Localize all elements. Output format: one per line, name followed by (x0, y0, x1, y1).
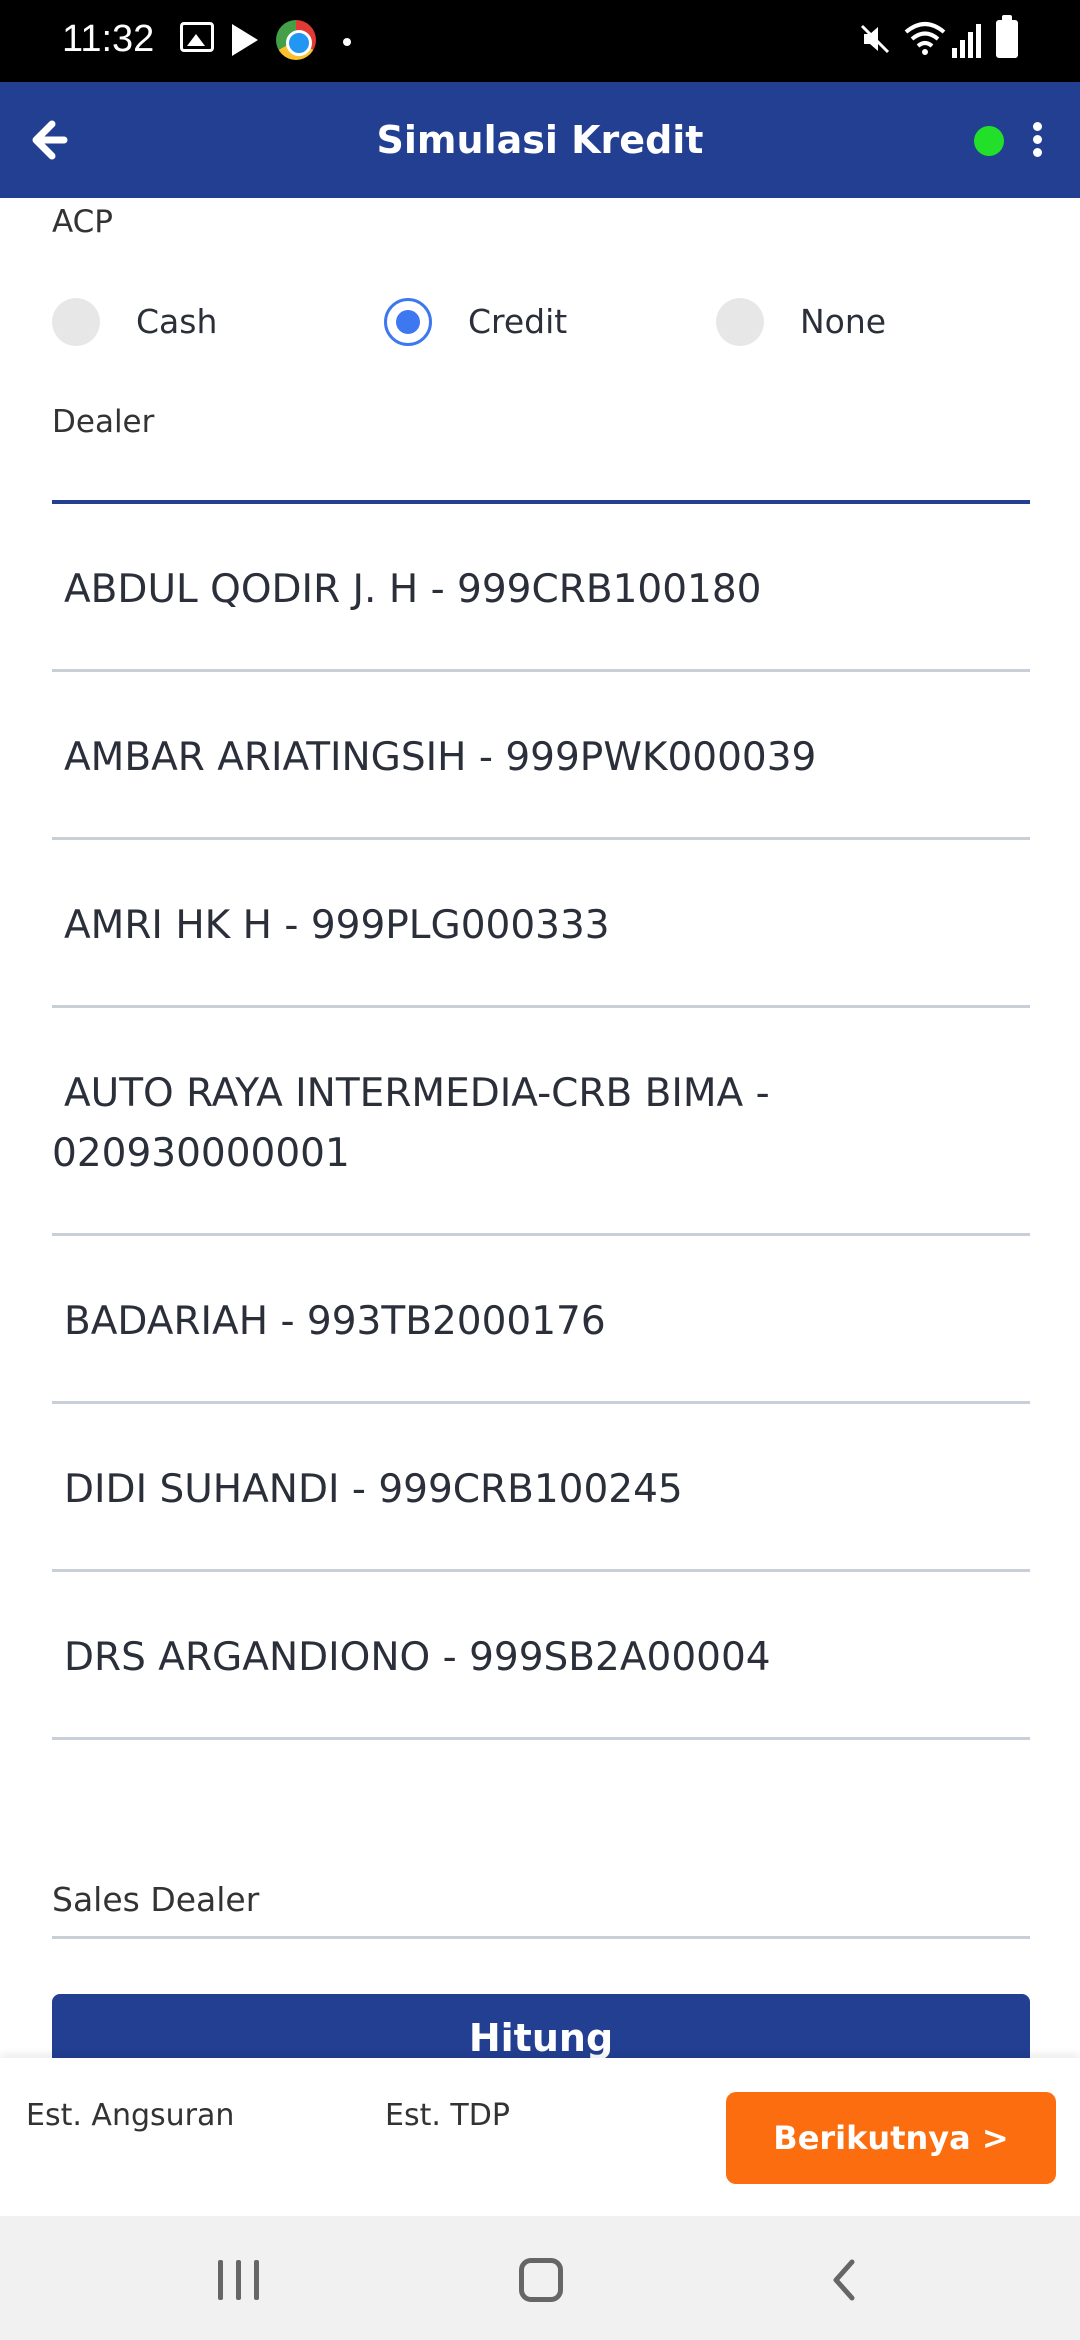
signal-icon (952, 24, 981, 58)
back-icon[interactable] (826, 2258, 862, 2302)
summary-bar: Est. Angsuran Est. TDP Berikutnya > (0, 2058, 1080, 2216)
radio-circle[interactable] (716, 298, 764, 346)
sales-dealer-input[interactable] (52, 1936, 1030, 1939)
est-tdp-label: Est. TDP (385, 2098, 510, 2133)
dealer-option-label: AMRI HK H - 999PLG000333 (64, 903, 610, 948)
dealer-option-label: DIDI SUHANDI - 999CRB100245 (64, 1467, 683, 1512)
dealer-option-label: AUTO RAYA INTERMEDIA-CRB BIMA - 02093000… (52, 1071, 770, 1176)
dealer-option[interactable]: AMBAR ARIATINGSIH - 999PWK000039 (52, 672, 1030, 840)
online-status-indicator (974, 126, 1004, 156)
status-bar: 11:32 (0, 0, 1080, 82)
dealer-option-label: AMBAR ARIATINGSIH - 999PWK000039 (64, 735, 817, 780)
dealer-option-label: BADARIAH - 993TB2000176 (64, 1299, 606, 1344)
next-button[interactable]: Berikutnya > (726, 2092, 1056, 2184)
sales-dealer-label: Sales Dealer (52, 1880, 260, 1919)
dealer-option[interactable]: DRS ARGANDIONO - 999SB2A00004 (52, 1572, 1030, 1740)
dealer-label: Dealer (52, 404, 155, 440)
radio-label: Cash (136, 302, 218, 341)
dealer-option[interactable]: AUTO RAYA INTERMEDIA-CRB BIMA - 02093000… (52, 1008, 1030, 1236)
radio-circle[interactable] (384, 298, 432, 346)
radio-circle[interactable] (52, 298, 100, 346)
radio-label: None (800, 302, 887, 341)
radio-label: Credit (468, 302, 568, 341)
dealer-dropdown-list: ABDUL QODIR J. H - 999CRB100180 AMBAR AR… (52, 504, 1030, 1740)
image-icon (180, 22, 214, 52)
est-installment-label: Est. Angsuran (26, 2098, 235, 2133)
system-nav-bar (0, 2216, 1080, 2340)
dealer-option[interactable]: AMRI HK H - 999PLG000333 (52, 840, 1030, 1008)
more-vert-icon[interactable] (1026, 122, 1050, 158)
app-bar: Simulasi Kredit (0, 82, 1080, 198)
acp-label: ACP (52, 204, 114, 240)
dealer-option[interactable]: BADARIAH - 993TB2000176 (52, 1236, 1030, 1404)
dealer-option-label: DRS ARGANDIONO - 999SB2A00004 (64, 1635, 771, 1680)
status-time: 11:32 (62, 18, 155, 60)
dealer-option-label: ABDUL QODIR J. H - 999CRB100180 (64, 567, 762, 612)
page-title: Simulasi Kredit (376, 118, 704, 162)
wifi-icon (904, 22, 946, 55)
dealer-option[interactable]: DIDI SUHANDI - 999CRB100245 (52, 1404, 1030, 1572)
chrome-icon (276, 20, 316, 60)
play-store-icon (232, 24, 258, 56)
calculate-button-label: Hitung (468, 2016, 614, 2058)
calculate-button[interactable]: Hitung (52, 1994, 1030, 2058)
mute-icon (860, 24, 890, 54)
dealer-option[interactable]: ABDUL QODIR J. H - 999CRB100180 (52, 504, 1030, 672)
recent-apps-icon[interactable] (218, 2260, 262, 2300)
battery-icon (996, 15, 1018, 58)
dot-icon (343, 38, 351, 46)
home-icon[interactable] (519, 2258, 563, 2302)
